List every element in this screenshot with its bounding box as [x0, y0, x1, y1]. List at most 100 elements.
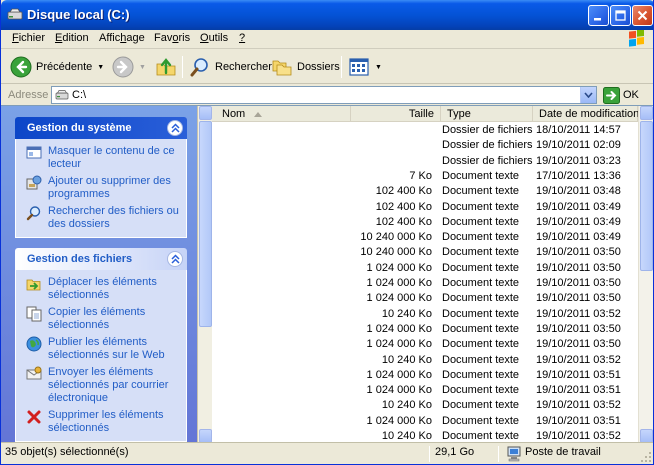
table-row[interactable]: fichier1001o102 400 KoDocument texte19/1… — [212, 200, 638, 215]
go-label: OK — [623, 89, 639, 101]
table-row[interactable]: fichier100132418476o1 024 000 KoDocument… — [212, 337, 638, 352]
task-search-files[interactable]: Rechercher des fichiers ou des dossiers — [26, 205, 180, 231]
task-add-remove-programs[interactable]: Ajouter ou supprimer des programmes — [26, 175, 180, 201]
file-tasks-header[interactable]: Gestion des fichiers — [15, 248, 187, 270]
search-icon — [26, 206, 41, 221]
views-button[interactable]: ▼ — [348, 53, 382, 81]
collapse-chevron-icon[interactable] — [167, 120, 183, 136]
file-list-scrollbar[interactable] — [638, 106, 653, 443]
table-row[interactable]: fichier10013241876o1 024 000 KoDocument … — [212, 322, 638, 337]
file-size: 1 024 000 Ko — [366, 368, 432, 381]
back-arrow-icon — [10, 56, 32, 78]
menu-help[interactable]: ? — [239, 32, 245, 44]
menu-fichier[interactable]: Fichier — [12, 32, 45, 44]
file-size: 102 400 Ko — [375, 215, 432, 228]
scroll-down-arrow-icon[interactable] — [640, 429, 653, 443]
table-row[interactable]: fichier100585566456476o10 240 KoDocument… — [212, 398, 638, 413]
file-date: 19/10/2011 03:49 — [536, 231, 621, 244]
column-header-date[interactable]: Date de modification — [533, 106, 639, 122]
scroll-thumb[interactable] — [640, 121, 653, 271]
column-header-type[interactable]: Type — [441, 106, 533, 122]
toolbar-separator — [182, 56, 183, 78]
go-button[interactable]: OK — [603, 86, 639, 104]
file-date: 19/10/2011 03:52 — [536, 353, 621, 366]
file-size: 1 024 000 Ko — [366, 277, 432, 289]
file-date: 19/10/2011 03:50 — [536, 246, 621, 259]
file-date: 19/10/2011 02:09 — [536, 139, 621, 152]
column-header-size[interactable]: Taille — [351, 106, 441, 122]
file-date: 19/10/2011 03:23 — [536, 154, 621, 167]
collapse-chevron-icon[interactable] — [167, 251, 183, 267]
explorer-window: Disque local (C:) Fichier Edition Affich… — [0, 0, 654, 465]
hide-contents-icon — [26, 146, 42, 159]
title-bar[interactable]: Disque local (C:) — [1, 0, 653, 30]
table-row[interactable]: fichier10013245185476o1 024 000 KoDocume… — [212, 383, 638, 398]
table-row[interactable]: fichier10056685566454...10 240 KoDocumen… — [212, 429, 638, 443]
table-row[interactable]: fichier1001324186o1 024 000 KoDocument t… — [212, 291, 638, 306]
status-bar: 35 objet(s) sélectionné(s) 29,1 Go Poste… — [1, 442, 653, 464]
forward-button[interactable]: ▼ — [112, 53, 146, 81]
table-row[interactable]: bdlog7 KoDocument texte17/10/2011 13:36 — [212, 169, 638, 184]
table-row[interactable]: Program FilesDossier de fichiers19/10/20… — [212, 138, 638, 153]
close-button[interactable] — [632, 5, 653, 26]
menu-outils[interactable]: Outils — [200, 32, 228, 44]
file-type: Dossier de fichiers — [442, 139, 533, 152]
table-row[interactable]: fichier100Mo102 400 KoDocument texte19/1… — [212, 184, 638, 199]
task-copy-items[interactable]: Copier les éléments sélectionnés — [26, 306, 180, 332]
status-divider — [498, 446, 499, 462]
table-row[interactable]: fichier1001321o10 240 000 KoDocument tex… — [212, 245, 638, 260]
task-hide-contents[interactable]: Masquer le contenu de ce lecteur — [26, 145, 180, 171]
search-button[interactable]: Rechercher — [189, 53, 272, 81]
system-tasks-header[interactable]: Gestion du système — [15, 117, 187, 139]
up-folder-button[interactable] — [155, 53, 177, 81]
table-row[interactable]: Documents and SettingsDossier de fichier… — [212, 123, 638, 138]
minimize-button[interactable] — [588, 5, 609, 26]
file-size: 1 024 000 Ko — [366, 261, 432, 274]
table-row[interactable]: fichier10013245518547601 024 000 KoDocum… — [212, 414, 638, 429]
views-dropdown-icon[interactable]: ▼ — [375, 64, 382, 71]
menu-edition[interactable]: Edition — [55, 32, 89, 44]
address-dropdown-button[interactable] — [580, 87, 596, 103]
column-header-name[interactable]: Nom — [212, 106, 351, 122]
task-publish-web[interactable]: Publier les éléments sélectionnés sur le… — [26, 336, 180, 362]
scroll-up-arrow-icon[interactable] — [640, 106, 653, 120]
system-tasks-list: Masquer le contenu de ce lecteur Ajouter… — [15, 139, 187, 238]
table-row[interactable]: WINDOWSDossier de fichiers19/10/2011 03:… — [212, 154, 638, 169]
file-type: Document texte — [442, 246, 520, 259]
resize-grip-icon[interactable] — [640, 451, 652, 463]
views-icon — [349, 58, 369, 76]
system-tasks-panel: Gestion du système Masquer le contenu de… — [15, 117, 187, 238]
file-size: 102 400 Ko — [375, 200, 432, 213]
file-list: Nom Taille Type Date de modification Doc… — [212, 106, 653, 443]
table-row[interactable]: fichier10012o102 400 KoDocument texte19/… — [212, 215, 638, 230]
table-row[interactable]: fichier10058545476o10 240 KoDocument tex… — [212, 353, 638, 368]
task-move-items[interactable]: Déplacer les éléments sélectionnés — [26, 276, 180, 302]
table-row[interactable]: fichier1001324518476o1 024 000 KoDocumen… — [212, 368, 638, 383]
back-button[interactable]: Précédente ▼ — [10, 53, 104, 81]
table-row[interactable]: fichier10013241o1 024 000 KoDocument tex… — [212, 261, 638, 276]
table-row[interactable]: fichier100132o10 240 000 KoDocument text… — [212, 230, 638, 245]
table-row[interactable]: fichier100132416o1 024 000 KoDocument te… — [212, 276, 638, 291]
task-delete-items[interactable]: Supprimer les éléments sélectionnés — [26, 409, 180, 435]
back-dropdown-icon[interactable]: ▼ — [97, 64, 104, 71]
file-size: 1 024 000 Ko — [366, 414, 432, 427]
address-value: C:\ — [72, 89, 87, 101]
scroll-up-arrow-icon[interactable] — [199, 106, 212, 120]
maximize-icon — [615, 10, 626, 21]
menu-favoris[interactable]: Favoris — [154, 32, 190, 44]
file-date: 19/10/2011 03:52 — [536, 307, 621, 320]
task-pane-scrollbar[interactable] — [197, 106, 212, 443]
maximize-button[interactable] — [610, 5, 631, 26]
folders-button[interactable]: Dossiers — [271, 53, 340, 81]
file-size: 1 024 000 Ko — [366, 384, 432, 397]
task-email-items[interactable]: Envoyer les éléments sélectionnés par co… — [26, 366, 180, 405]
table-row[interactable]: fichier100585476o10 240 KoDocument texte… — [212, 307, 638, 322]
address-field[interactable]: C:\ — [51, 86, 597, 104]
scroll-down-arrow-icon[interactable] — [199, 429, 212, 443]
file-size: 102 400 Ko — [375, 185, 432, 198]
forward-dropdown-icon[interactable]: ▼ — [139, 64, 146, 71]
file-date: 19/10/2011 03:50 — [536, 292, 621, 305]
menu-affichage[interactable]: Affichage — [99, 32, 145, 44]
scroll-thumb[interactable] — [199, 121, 212, 327]
computer-icon — [507, 446, 521, 462]
